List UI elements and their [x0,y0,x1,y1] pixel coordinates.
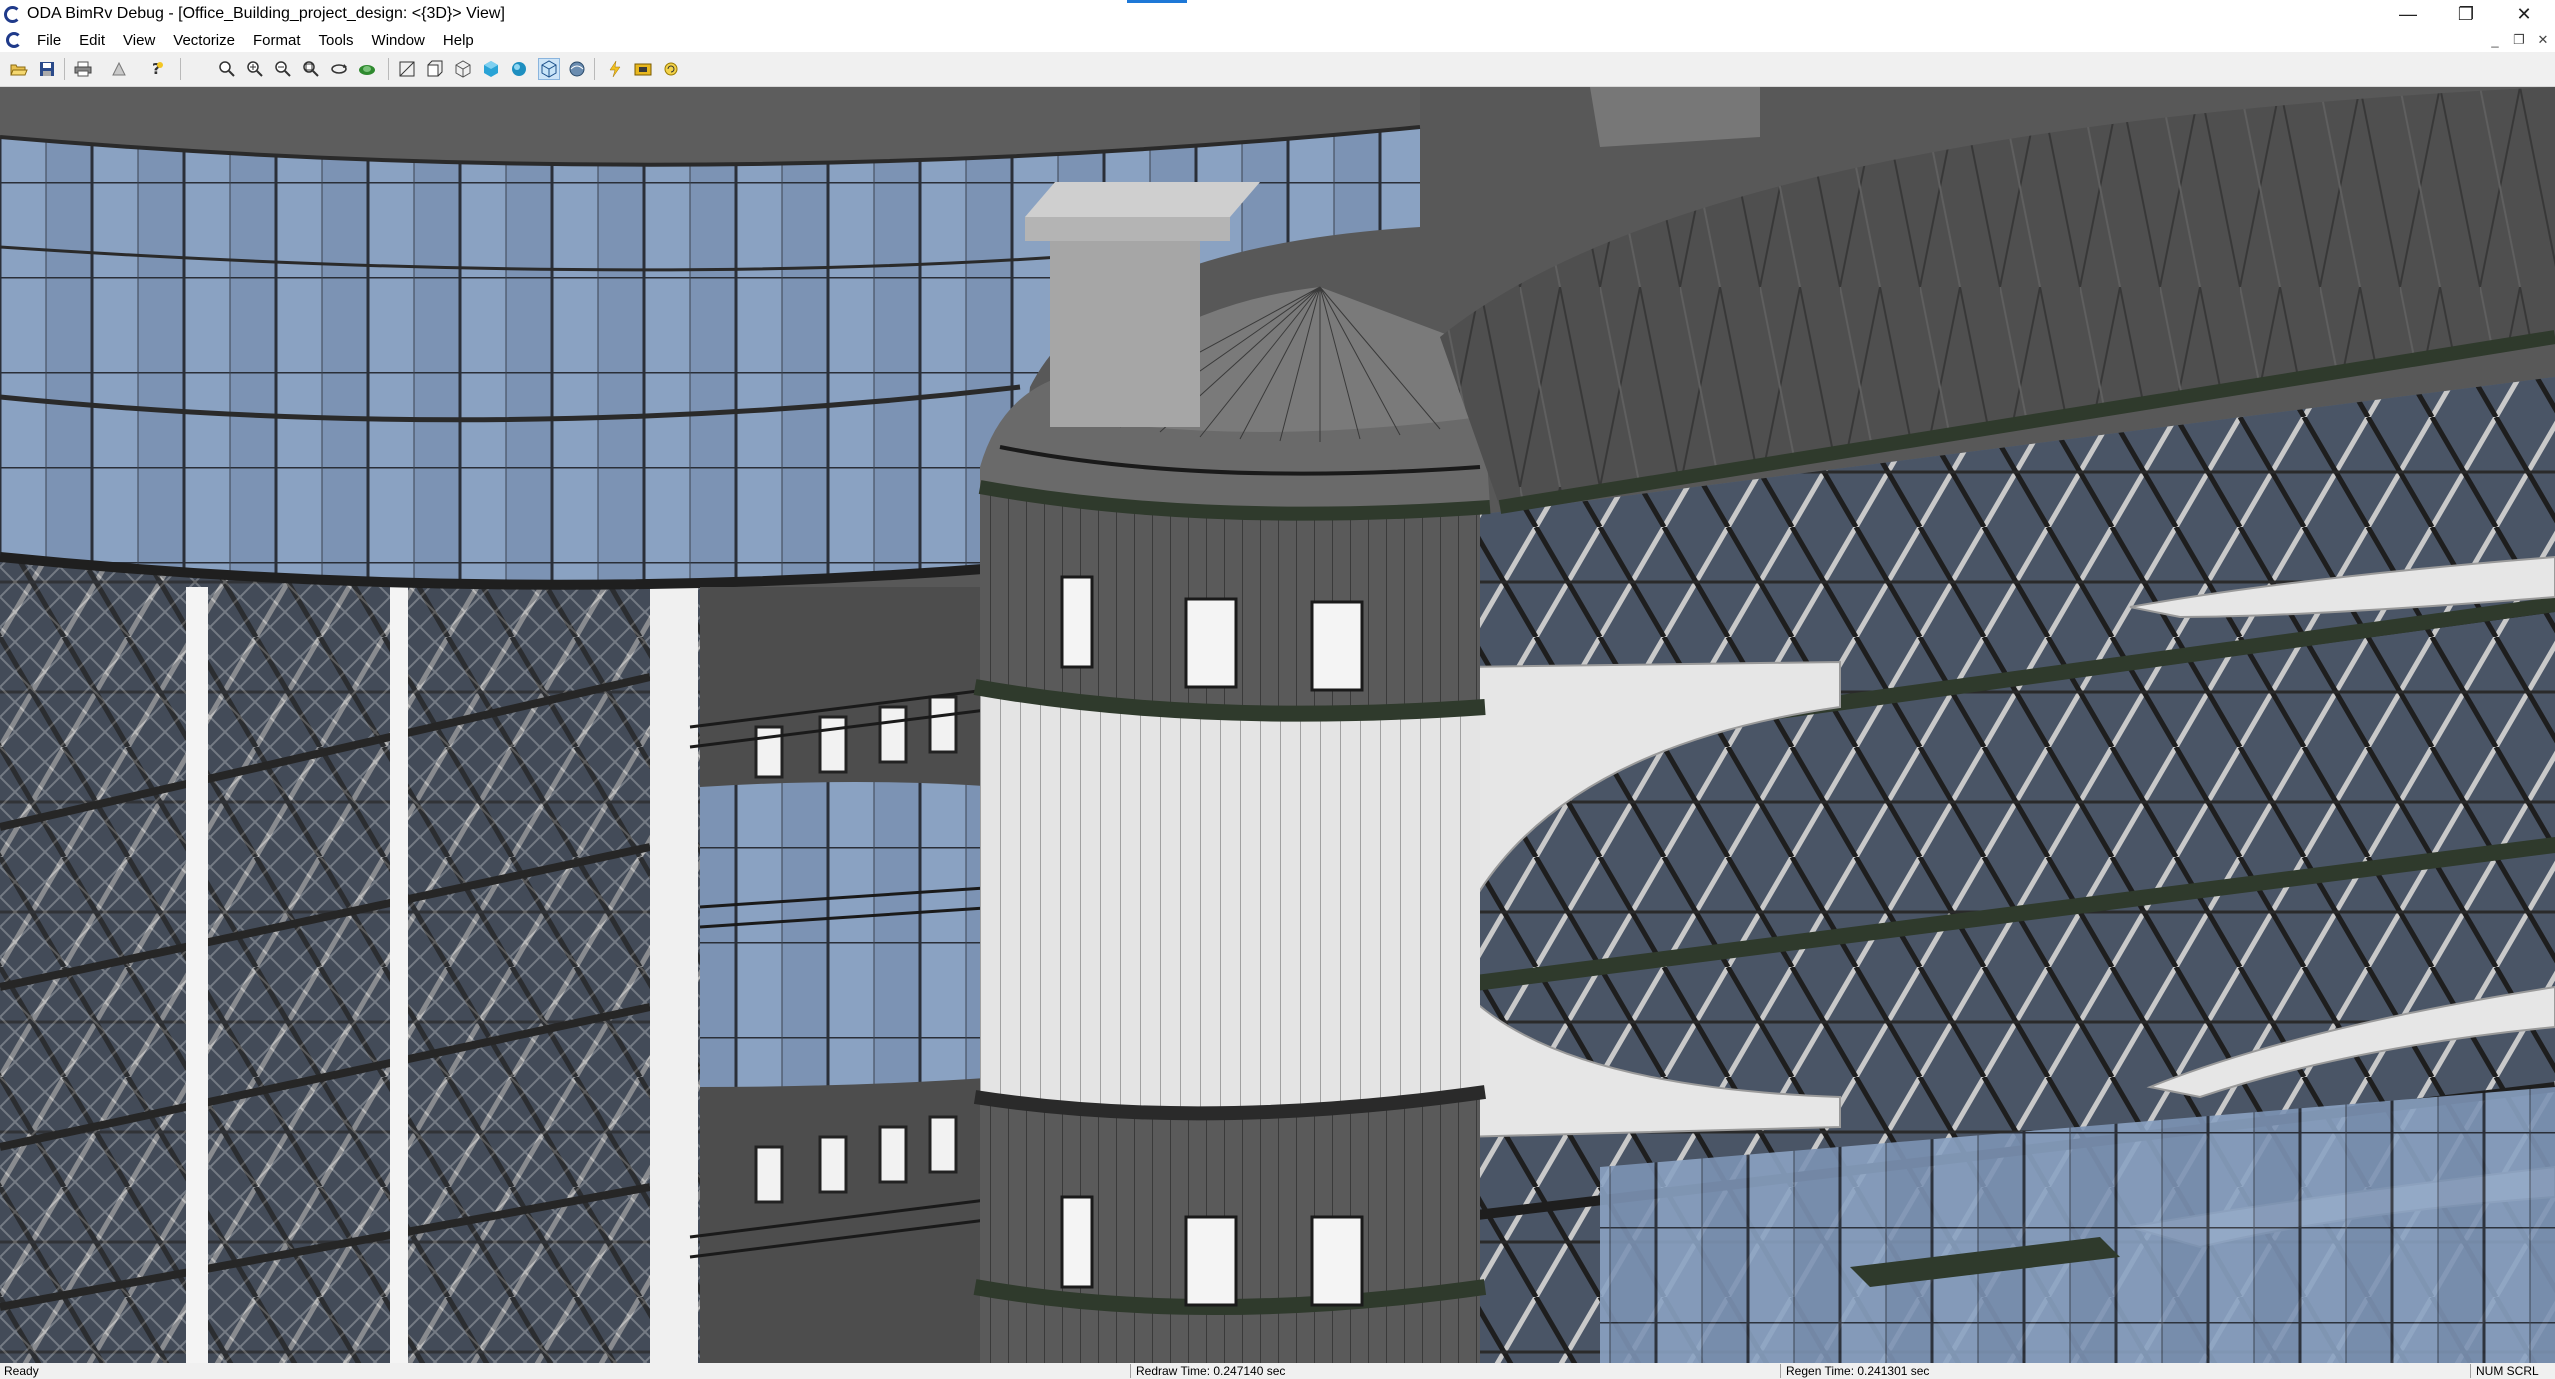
status-bar: Ready Redraw Time: 0.247140 sec Regen Ti… [0,1363,2555,1379]
close-button[interactable]: ✕ [2496,0,2552,28]
doc-restore-button[interactable]: ❐ [2507,30,2531,50]
gouraud-shaded-icon[interactable] [508,58,530,80]
building-render [0,87,2555,1363]
doc-close-button[interactable]: ✕ [2531,30,2555,50]
zoom-extents-icon[interactable] [300,58,322,80]
menu-format[interactable]: Format [244,32,310,49]
save-icon[interactable] [36,58,58,80]
open-icon[interactable] [8,58,30,80]
wireframe-2d-icon[interactable] [396,58,418,80]
orbit-icon[interactable] [328,58,350,80]
print-preview-icon[interactable] [108,58,130,80]
menu-window[interactable]: Window [363,32,434,49]
menu-edit[interactable]: Edit [70,32,114,49]
menu-view[interactable]: View [114,32,164,49]
menu-file[interactable]: File [28,32,70,49]
3d-viewport[interactable] [0,87,2555,1363]
app-logo-icon [4,5,21,23]
walk-icon[interactable] [356,58,378,80]
wireframe-3d-icon[interactable] [452,58,474,80]
doc-minimize-button[interactable]: _ [2483,30,2507,50]
status-ready: Ready [4,1364,39,1378]
snapshot-icon[interactable] [632,58,654,80]
title-bar: ODA BimRv Debug - [Office_Building_proje… [0,0,2555,28]
refresh-icon[interactable] [660,58,682,80]
window-title: ODA BimRv Debug - [Office_Building_proje… [27,5,505,22]
print-icon[interactable] [72,58,94,80]
help-icon[interactable]: ? [146,58,168,80]
status-regen-time: Regen Time: 0.241301 sec [1786,1364,1930,1378]
toolbar: ? [0,52,2555,87]
zoom-in-icon[interactable] [244,58,266,80]
minimize-button[interactable]: — [2380,0,2436,28]
title-accent-bar [1127,0,1187,3]
status-redraw-time: Redraw Time: 0.247140 sec [1136,1364,1286,1378]
document-icon[interactable] [6,32,22,48]
menu-vectorize[interactable]: Vectorize [164,32,244,49]
restore-button[interactable]: ❐ [2438,0,2494,28]
hidden-line-icon[interactable] [424,58,446,80]
shaded-edges-icon[interactable] [538,58,560,80]
realistic-icon[interactable] [566,58,588,80]
menu-bar: File Edit View Vectorize Format Tools Wi… [0,28,2555,52]
lightning-icon[interactable] [604,58,626,80]
zoom-out-icon[interactable] [272,58,294,80]
menu-help[interactable]: Help [434,32,483,49]
status-indicators: NUM SCRL [2476,1364,2539,1378]
menu-tools[interactable]: Tools [310,32,363,49]
zoom-window-icon[interactable] [216,58,238,80]
flat-shaded-icon[interactable] [480,58,502,80]
